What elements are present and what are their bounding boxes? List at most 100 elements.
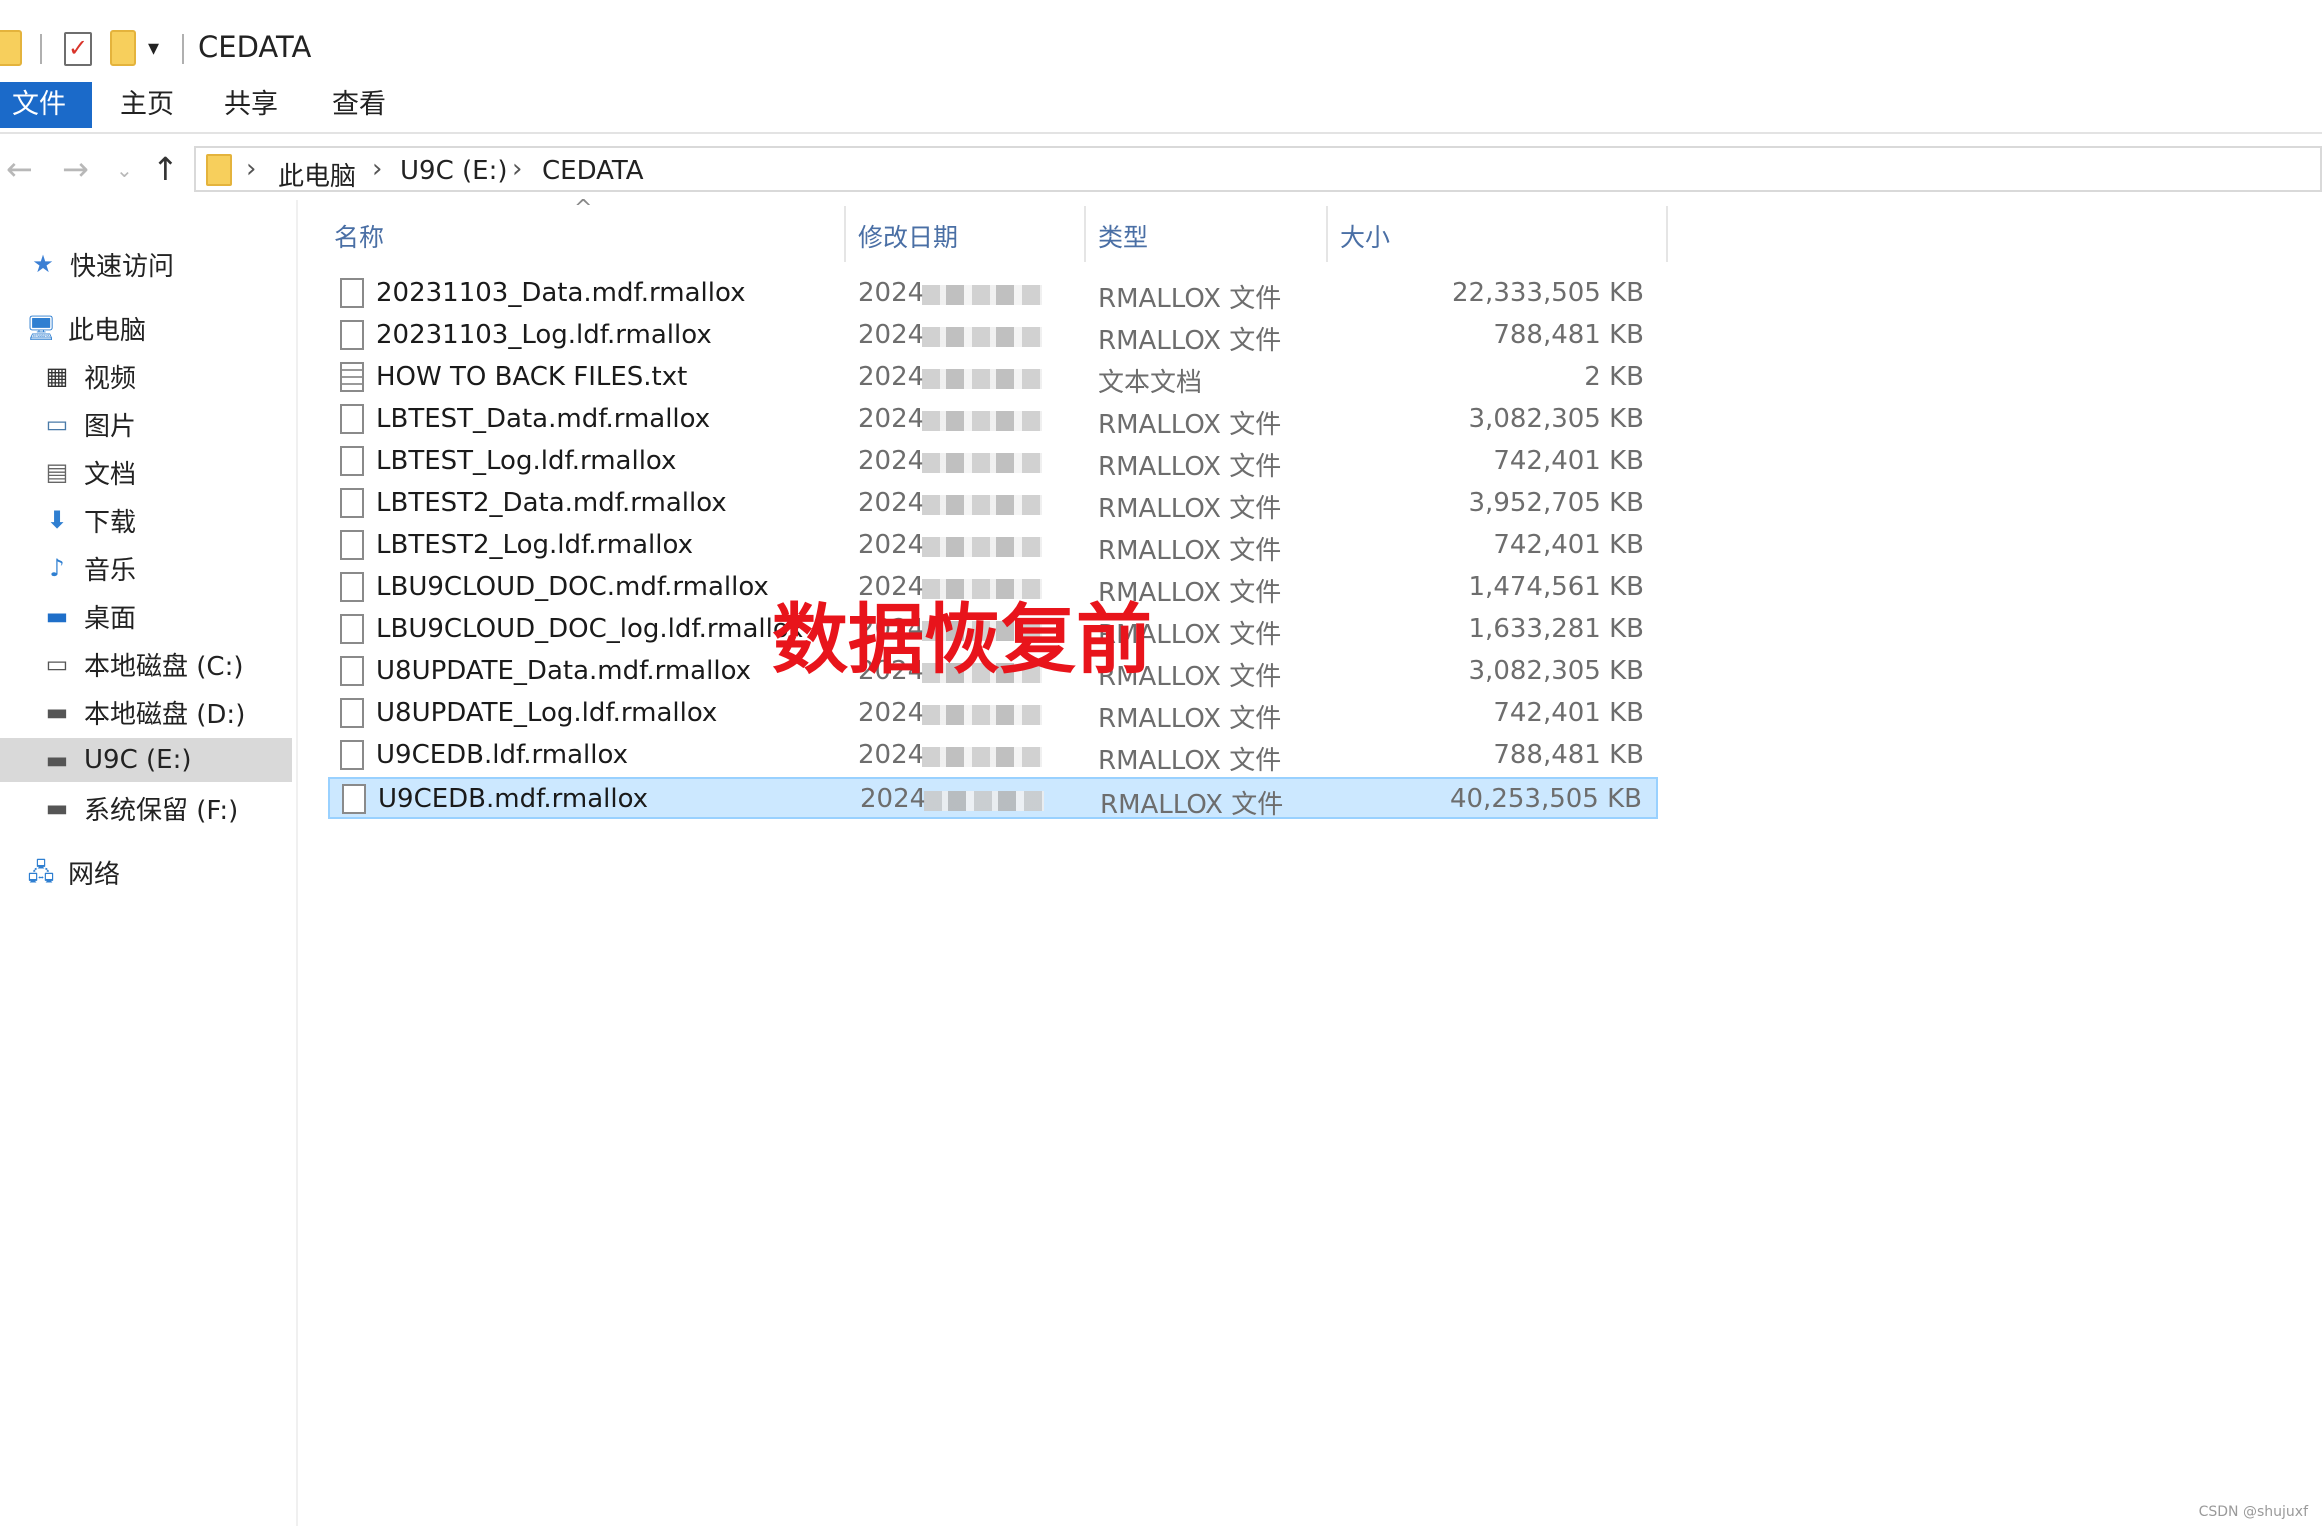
network-icon: 🖧 [27, 858, 55, 886]
sidebar-item-label: 图片 [84, 411, 137, 442]
address-bar[interactable]: › 此电脑 › U9C (E:) › CEDATA [194, 146, 2322, 192]
sidebar-item-this-pc[interactable]: 🖥 此电脑 [0, 306, 292, 350]
file-row[interactable]: 20231103_Log.ldf.rmallox 2024 RMALLOX 文件… [328, 315, 1658, 357]
file-name: LBTEST_Data.mdf.rmallox [376, 404, 711, 434]
file-icon [340, 446, 364, 476]
sidebar-item-label: 本地磁盘 (D:) [84, 699, 246, 730]
file-icon [340, 698, 364, 728]
sidebar-item-drive-f[interactable]: ▬ 系统保留 (F:) [0, 786, 292, 830]
desktop-icon: ▬ [45, 602, 69, 630]
column-header-name[interactable]: 名称 [334, 216, 844, 260]
up-arrow-icon[interactable]: ↑ [152, 150, 179, 188]
file-icon [340, 740, 364, 770]
file-row[interactable]: 20231103_Data.mdf.rmallox 2024 RMALLOX 文… [328, 273, 1658, 315]
file-row[interactable]: HOW TO BACK FILES.txt 2024 文本文档 2 KB [328, 357, 1658, 399]
sidebar-item-drive-d[interactable]: ▬ 本地磁盘 (D:) [0, 690, 292, 734]
redacted-date [922, 495, 1042, 515]
file-size: 742,401 KB [1493, 698, 1644, 728]
sidebar-item-label: 本地磁盘 (C:) [84, 651, 244, 682]
file-type: RMALLOX 文件 [1098, 284, 1282, 314]
file-type: RMALLOX 文件 [1098, 494, 1282, 524]
redacted-date [922, 705, 1042, 725]
sidebar-item-desktop[interactable]: ▬ 桌面 [0, 594, 292, 638]
file-row[interactable]: U9CEDB.ldf.rmallox 2024 RMALLOX 文件 788,4… [328, 735, 1658, 777]
column-divider[interactable] [844, 206, 846, 262]
forward-arrow-icon[interactable]: → [62, 150, 89, 188]
file-row[interactable]: U8UPDATE_Log.ldf.rmallox 2024 RMALLOX 文件… [328, 693, 1658, 735]
folder-icon [206, 154, 232, 186]
redacted-date [922, 537, 1042, 557]
video-icon: ▦ [45, 362, 69, 390]
download-icon: ⬇ [46, 506, 68, 534]
file-date: 2024 [858, 698, 925, 728]
column-header-type[interactable]: 类型 [1098, 216, 1326, 260]
drive-icon: ▬ [45, 746, 69, 774]
file-type: RMALLOX 文件 [1100, 790, 1284, 820]
tab-share[interactable]: 共享 [224, 82, 278, 128]
file-date: 2024 [860, 784, 927, 814]
file-row[interactable]: LBTEST_Log.ldf.rmallox 2024 RMALLOX 文件 7… [328, 441, 1658, 483]
file-date: 2024 [858, 530, 925, 560]
file-size: 1,474,561 KB [1468, 572, 1644, 602]
watermark: CSDN @shujuxf [2198, 1504, 2308, 1520]
file-date: 2024 [858, 320, 925, 350]
sidebar-item-documents[interactable]: ▤ 文档 [0, 450, 292, 494]
column-divider[interactable] [1666, 206, 1668, 262]
tab-view[interactable]: 查看 [332, 82, 386, 128]
breadcrumb-this-pc[interactable]: 此电脑 [278, 156, 356, 193]
chevron-right-icon[interactable]: › [512, 154, 522, 184]
file-type: RMALLOX 文件 [1098, 326, 1282, 356]
sidebar-item-videos[interactable]: ▦ 视频 [0, 354, 292, 398]
drive-icon: ▬ [45, 794, 69, 822]
sidebar-item-pictures[interactable]: ▭ 图片 [0, 402, 292, 446]
new-folder-icon[interactable] [110, 30, 136, 66]
file-name: HOW TO BACK FILES.txt [376, 362, 688, 392]
file-size: 788,481 KB [1493, 740, 1644, 770]
file-size: 1,633,281 KB [1468, 614, 1644, 644]
file-row[interactable]: LBTEST2_Log.ldf.rmallox 2024 RMALLOX 文件 … [328, 525, 1658, 567]
customize-toolbar-icon[interactable]: ▾ [148, 36, 159, 61]
ribbon-tabs: 文件 主页 共享 查看 [0, 82, 2322, 134]
sidebar-item-network[interactable]: 🖧 网络 [0, 850, 292, 894]
sidebar-item-downloads[interactable]: ⬇ 下载 [0, 498, 292, 542]
tab-home[interactable]: 主页 [120, 82, 174, 128]
file-row-selected[interactable]: U9CEDB.mdf.rmallox 2024 RMALLOX 文件 40,25… [328, 777, 1658, 820]
column-divider[interactable] [1084, 206, 1086, 262]
redacted-date [922, 369, 1042, 389]
column-header-date[interactable]: 修改日期 [858, 216, 1084, 260]
file-icon [340, 404, 364, 434]
sidebar-item-label: 系统保留 (F:) [84, 795, 239, 826]
file-name: LBTEST2_Log.ldf.rmallox [376, 530, 693, 560]
drive-icon: ▬ [45, 698, 69, 726]
navigation-bar: ← → ⌄ ↑ › 此电脑 › U9C (E:) › CEDATA [0, 142, 2322, 196]
file-date: 2024 [858, 404, 925, 434]
file-date: 2024 [858, 362, 925, 392]
recent-locations-chevron-icon[interactable]: ⌄ [116, 158, 133, 182]
redacted-date [922, 747, 1042, 767]
breadcrumb-drive[interactable]: U9C (E:) [400, 156, 507, 186]
file-size: 742,401 KB [1493, 446, 1644, 476]
column-divider[interactable] [1326, 206, 1328, 262]
file-row[interactable]: LBTEST2_Data.mdf.rmallox 2024 RMALLOX 文件… [328, 483, 1658, 525]
breadcrumb-cedata[interactable]: CEDATA [542, 156, 644, 186]
sidebar-item-quick-access[interactable]: ★ 快速访问 [0, 242, 292, 286]
sidebar-item-drive-e[interactable]: ▬ U9C (E:) [0, 738, 292, 782]
chevron-right-icon[interactable]: › [246, 154, 256, 184]
chevron-right-icon[interactable]: › [372, 154, 382, 184]
window-title: CEDATA [198, 30, 312, 64]
sidebar-item-drive-c[interactable]: ▭ 本地磁盘 (C:) [0, 642, 292, 686]
toolbar-separator [40, 34, 42, 64]
documents-icon: ▤ [45, 458, 69, 486]
folder-icon[interactable] [0, 30, 22, 66]
file-type: RMALLOX 文件 [1098, 536, 1282, 566]
properties-icon[interactable]: ✓ [64, 32, 92, 66]
file-date: 2024 [858, 488, 925, 518]
sidebar-item-music[interactable]: ♪ 音乐 [0, 546, 292, 590]
back-arrow-icon[interactable]: ← [6, 150, 33, 188]
column-header-size[interactable]: 大小 [1340, 216, 1666, 260]
redacted-date [922, 327, 1042, 347]
file-size: 788,481 KB [1493, 320, 1644, 350]
drive-icon: ▭ [45, 650, 69, 678]
tab-file[interactable]: 文件 [0, 82, 92, 128]
file-row[interactable]: LBTEST_Data.mdf.rmallox 2024 RMALLOX 文件 … [328, 399, 1658, 441]
